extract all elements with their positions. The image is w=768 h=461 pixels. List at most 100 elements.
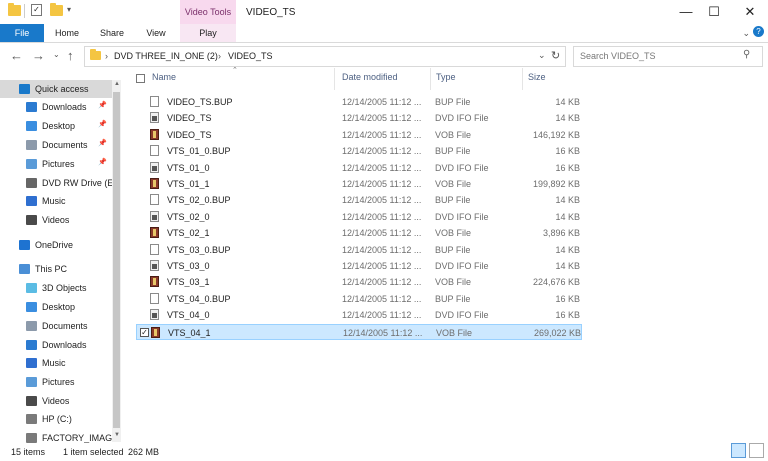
details-view-button[interactable] xyxy=(731,443,746,458)
file-size-cell: 14 KB xyxy=(555,195,580,206)
sidebar-item-music[interactable]: Music xyxy=(0,192,112,210)
sidebar-item-music[interactable]: Music xyxy=(0,354,112,372)
maximize-button[interactable]: ☐ xyxy=(700,0,728,24)
pin-icon[interactable]: 📌 xyxy=(98,120,107,128)
sidebar-item-pictures[interactable]: Pictures 📌 xyxy=(0,155,112,173)
tab-file[interactable]: File xyxy=(0,24,44,42)
sidebar-item-label: Videos xyxy=(42,215,70,225)
new-folder-icon[interactable] xyxy=(50,3,63,16)
file-row[interactable]: VIDEO_TS.BUP 12/14/2005 11:12 ... BUP File… xyxy=(136,94,582,110)
row-checkbox[interactable]: ✓ xyxy=(140,327,149,337)
back-button[interactable]: ← xyxy=(10,48,23,63)
sidebar-item-label: Downloads xyxy=(42,340,87,350)
sidebar-item-onedrive[interactable]: OneDrive xyxy=(0,236,112,254)
sidebar-item-videos[interactable]: Videos xyxy=(0,211,112,229)
file-row[interactable]: VTS_01_1 12/14/2005 11:12 ... VOB File 199,… xyxy=(136,176,582,192)
file-name-cell: VTS_02_1 xyxy=(167,228,210,239)
sidebar-item-documents[interactable]: Documents xyxy=(0,317,112,335)
select-all-checkbox[interactable] xyxy=(136,74,145,83)
music-icon xyxy=(26,196,37,206)
tab-share[interactable]: Share xyxy=(92,24,132,42)
file-row[interactable]: VTS_02_1 12/14/2005 11:12 ... VOB File 3,89… xyxy=(136,225,582,241)
vob-file-icon xyxy=(150,227,159,239)
file-row[interactable]: VTS_04_0.BUP 12/14/2005 11:12 ... BUP File… xyxy=(136,291,582,307)
help-icon[interactable]: ? xyxy=(753,26,764,37)
sidebar-item-this-pc[interactable]: This PC xyxy=(0,260,112,278)
close-button[interactable]: ✕ xyxy=(736,0,764,24)
file-row[interactable]: ✓ VTS_04_1 12/14/2005 11:12 ... VOB File 269… xyxy=(136,323,582,340)
window-title: VIDEO_TS xyxy=(246,7,296,18)
minimize-button[interactable]: — xyxy=(672,0,700,24)
file-date-cell: 12/14/2005 11:12 ... xyxy=(342,195,422,206)
file-size-cell: 14 KB xyxy=(555,244,580,255)
file-row[interactable]: VTS_04_0 12/14/2005 11:12 ... DVD IFO File… xyxy=(136,307,582,323)
file-type-cell: BUP File xyxy=(435,195,471,206)
file-row[interactable]: VTS_02_0 12/14/2005 11:12 ... DVD IFO File… xyxy=(136,209,582,225)
column-header-size[interactable]: Size xyxy=(528,72,546,82)
column-header-date-modified[interactable]: Date modified xyxy=(342,72,398,82)
tab-view[interactable]: View xyxy=(138,24,174,42)
sidebar-item-hp-c[interactable]: HP (C:) xyxy=(0,410,112,428)
file-row[interactable]: VTS_02_0.BUP 12/14/2005 11:12 ... BUP File… xyxy=(136,192,582,208)
sidebar-item-3d-objects[interactable]: 3D Objects xyxy=(0,279,112,297)
tab-home[interactable]: Home xyxy=(48,24,86,42)
column-divider[interactable] xyxy=(334,68,335,90)
file-row[interactable]: VTS_01_0.BUP 12/14/2005 11:12 ... BUP File… xyxy=(136,143,582,159)
file-row[interactable]: VIDEO_TS 12/14/2005 11:12 ... VOB File 146,… xyxy=(136,127,582,143)
file-date-cell: 12/14/2005 11:12 ... xyxy=(342,228,422,239)
sidebar-item-desktop[interactable]: Desktop 📌 xyxy=(0,117,112,135)
address-dropdown-icon[interactable]: ⌄ xyxy=(538,50,546,61)
breadcrumb-item[interactable]: VIDEO_TS xyxy=(228,51,273,61)
sidebar-item-label: Pictures xyxy=(42,377,75,387)
customize-quick-access-icon[interactable]: ▾ xyxy=(67,5,71,14)
scroll-down-icon[interactable]: ▼ xyxy=(114,432,120,438)
search-icon[interactable]: ⚲ xyxy=(743,49,750,60)
properties-icon[interactable]: ✓ xyxy=(31,4,42,16)
column-divider[interactable] xyxy=(522,68,523,90)
file-row[interactable]: VIDEO_TS 12/14/2005 11:12 ... DVD IFO File… xyxy=(136,110,582,126)
file-size-cell: 14 KB xyxy=(555,211,580,222)
up-button[interactable]: ↑ xyxy=(67,48,74,63)
file-name-cell: VIDEO_TS xyxy=(167,129,212,140)
file-name-cell: VTS_02_0.BUP xyxy=(167,195,231,206)
pin-icon[interactable]: 📌 xyxy=(98,158,107,166)
refresh-icon[interactable]: ↻ xyxy=(551,49,560,62)
file-size-cell: 16 KB xyxy=(555,310,580,321)
file-name-cell: VTS_03_0.BUP xyxy=(167,244,231,255)
sidebar-item-videos[interactable]: Videos xyxy=(0,392,112,410)
column-header-type[interactable]: Type xyxy=(436,72,456,82)
sidebar-scrollbar-thumb[interactable] xyxy=(113,92,120,428)
breadcrumb-item[interactable]: DVD THREE_IN_ONE (2) xyxy=(114,51,218,61)
column-divider[interactable] xyxy=(430,68,431,90)
sidebar-item-label: Videos xyxy=(42,396,70,406)
search-input[interactable]: Search VIDEO_TS xyxy=(580,51,656,61)
bup-file-icon xyxy=(150,145,159,157)
sidebar-item-dvd-rw-drive-e[interactable]: DVD RW Drive (E xyxy=(0,174,113,192)
file-row[interactable]: VTS_01_0 12/14/2005 11:12 ... DVD IFO File… xyxy=(136,160,582,176)
sidebar-item-documents[interactable]: Documents 📌 xyxy=(0,136,112,154)
large-icons-view-button[interactable] xyxy=(749,443,764,458)
pin-icon[interactable]: 📌 xyxy=(98,139,107,147)
column-header-name[interactable]: Name xyxy=(152,72,176,82)
folder-icon xyxy=(90,49,101,60)
scroll-up-icon[interactable]: ▲ xyxy=(114,81,120,87)
ifo-file-icon xyxy=(150,112,159,124)
file-row[interactable]: VTS_03_1 12/14/2005 11:12 ... VOB File 224,… xyxy=(136,274,582,290)
recent-locations-button[interactable]: ⌄ xyxy=(53,50,60,59)
sidebar-item-downloads[interactable]: Downloads xyxy=(0,336,112,354)
sidebar-item-downloads[interactable]: Downloads 📌 xyxy=(0,98,112,116)
forward-button[interactable]: → xyxy=(32,48,45,63)
sidebar-item-quick-access[interactable]: Quick access xyxy=(0,80,112,98)
expand-ribbon-icon[interactable]: ⌄ xyxy=(742,28,750,39)
file-row[interactable]: VTS_03_0.BUP 12/14/2005 11:12 ... BUP File… xyxy=(136,242,582,258)
file-size-cell: 3,896 KB xyxy=(542,228,580,239)
sidebar-item-pictures[interactable]: Pictures xyxy=(0,373,112,391)
pin-icon[interactable]: 📌 xyxy=(98,101,107,109)
file-size-cell: 16 KB xyxy=(555,146,580,157)
sidebar-item-desktop[interactable]: Desktop xyxy=(0,298,112,316)
file-row[interactable]: VTS_03_0 12/14/2005 11:12 ... DVD IFO File… xyxy=(136,258,582,274)
sidebar-item-label: FACTORY_IMAG xyxy=(42,433,113,443)
selection-size: 262 MB xyxy=(128,447,160,457)
tab-play[interactable]: Play xyxy=(180,24,236,42)
file-date-cell: 12/14/2005 11:12 ... xyxy=(342,97,422,107)
